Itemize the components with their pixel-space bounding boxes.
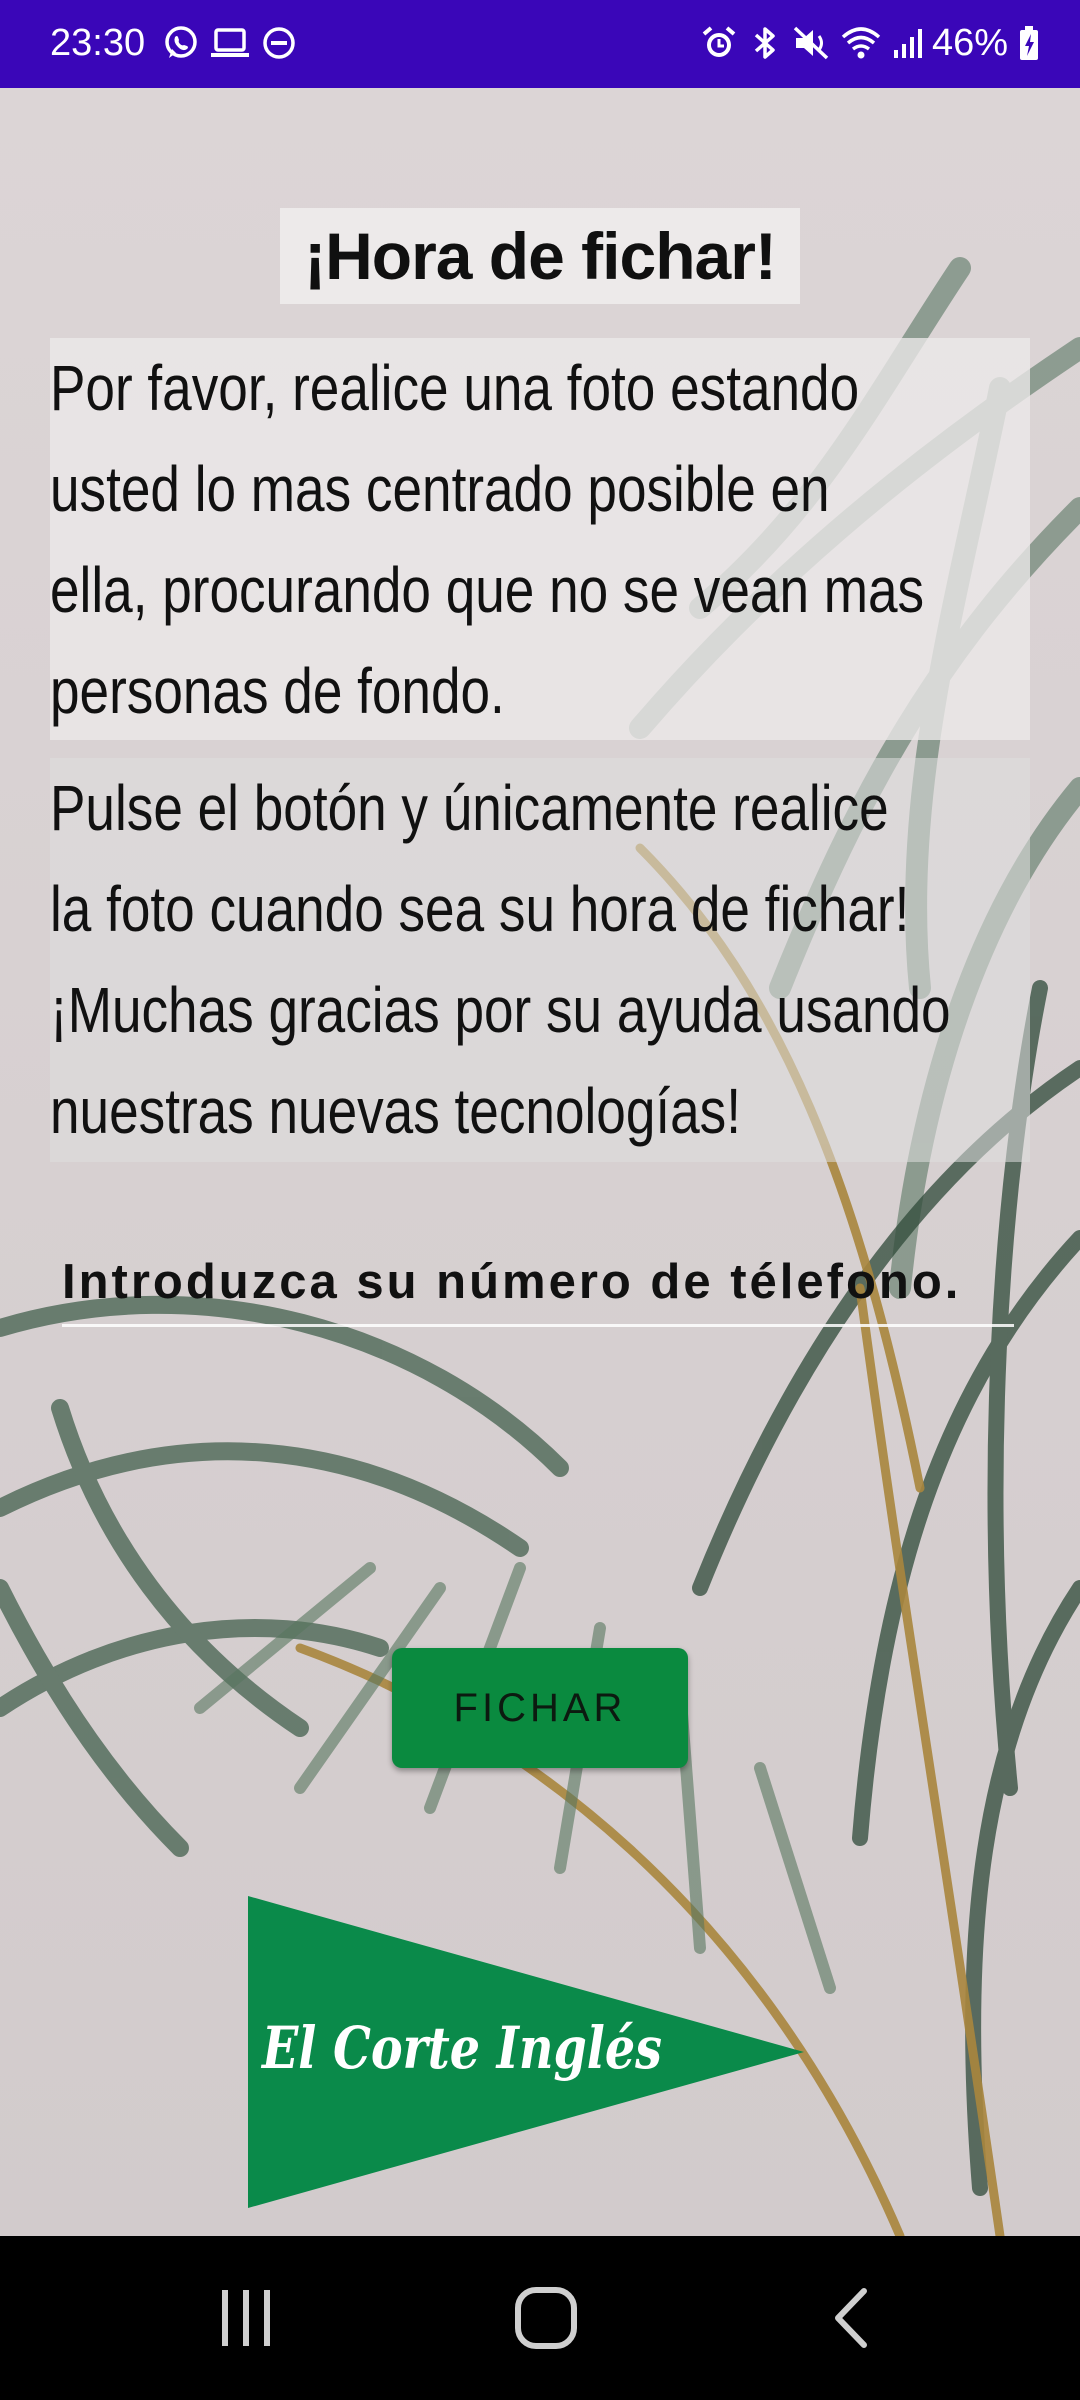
- signal-icon: [893, 29, 922, 58]
- recent-apps-button[interactable]: [186, 2276, 306, 2360]
- status-bar: 23:30 46%: [0, 0, 1080, 88]
- status-time: 23:30: [50, 22, 146, 64]
- bluetooth-icon: [754, 27, 775, 59]
- el-corte-ingles-logo: El Corte Inglés: [248, 1896, 804, 2208]
- do-not-disturb-icon: [263, 27, 295, 59]
- back-icon: [835, 2288, 867, 2348]
- navigation-bar: [0, 2236, 1080, 2400]
- battery-charging-icon: [1020, 26, 1038, 60]
- wifi-icon: [841, 27, 881, 59]
- mute-icon: [793, 26, 829, 60]
- laptop-icon: [211, 28, 249, 57]
- instructions-paragraph-1: Por favor, realice una foto estando uste…: [50, 352, 925, 727]
- home-button[interactable]: [486, 2276, 606, 2360]
- home-icon: [515, 2287, 577, 2349]
- alarm-icon: [702, 26, 736, 57]
- page-title: ¡Hora de fichar!: [280, 208, 800, 304]
- logo-text: El Corte Inglés: [260, 2014, 662, 2082]
- status-system-icons: 46%: [700, 18, 1040, 68]
- whatsapp-icon: [165, 26, 197, 58]
- instructions-paragraph-2-box: Pulse el botón y únicamente realice la f…: [50, 758, 1030, 1162]
- recent-apps-icon: [222, 2290, 270, 2346]
- back-button[interactable]: [790, 2276, 910, 2360]
- instructions-paragraph-2: Pulse el botón y únicamente realice la f…: [50, 772, 951, 1147]
- fichar-button[interactable]: FICHAR: [392, 1648, 688, 1768]
- phone-number-input[interactable]: [62, 1240, 1014, 1327]
- battery-percent: 46%: [931, 22, 1008, 64]
- instructions-paragraph-1-box: Por favor, realice una foto estando uste…: [50, 338, 1030, 740]
- status-notification-icons: [162, 24, 298, 62]
